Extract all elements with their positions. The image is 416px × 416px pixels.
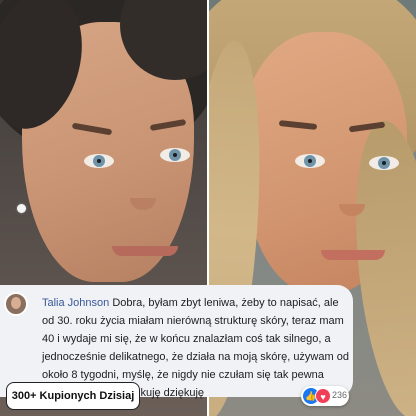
review-author-link[interactable]: Talia Johnson	[42, 297, 109, 309]
reaction-count: 236	[332, 390, 348, 400]
earring	[17, 204, 26, 213]
purchases-badge: 300+ Kupionych Dzisiaj	[6, 382, 140, 410]
avatar[interactable]	[4, 292, 28, 316]
reactions-summary[interactable]: 👍 ♥ 236	[301, 386, 349, 406]
love-icon: ♥	[315, 388, 331, 404]
